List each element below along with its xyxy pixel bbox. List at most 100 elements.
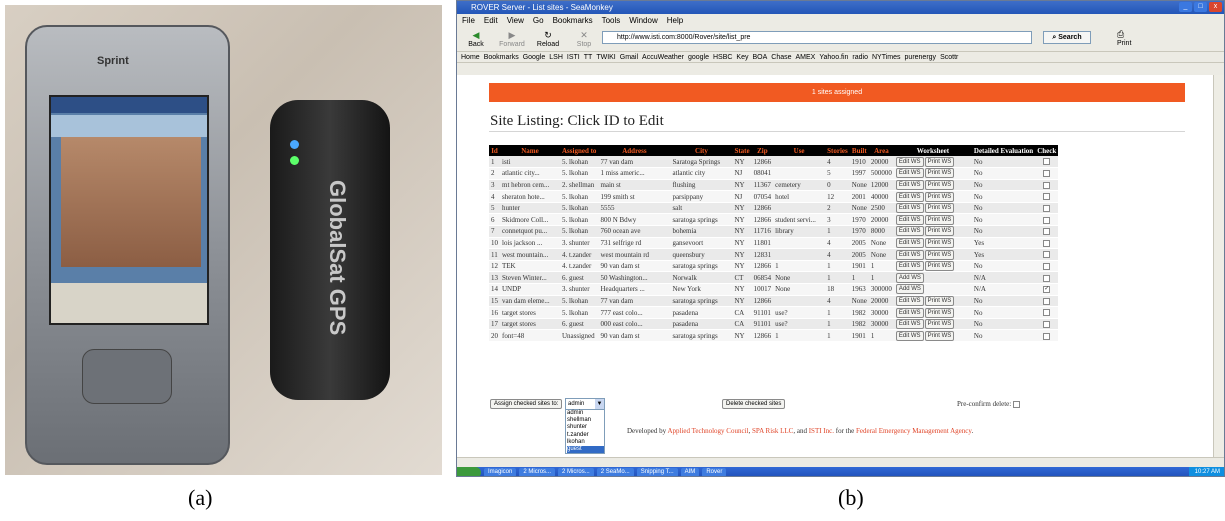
menu-help[interactable]: Help	[667, 14, 683, 27]
print-ws-button[interactable]: Print WS	[924, 261, 955, 272]
bookmark-item[interactable]: NYTimes	[872, 52, 901, 62]
taskbar-item[interactable]: Rover	[702, 468, 727, 476]
user-option[interactable]: shellman	[567, 417, 604, 424]
menu-view[interactable]: View	[507, 14, 524, 27]
taskbar-item[interactable]: 2 Micros...	[519, 468, 556, 476]
bookmark-item[interactable]: Home	[461, 52, 480, 62]
bookmark-item[interactable]: Chase	[771, 52, 791, 62]
site-id-link[interactable]: 7	[489, 225, 500, 238]
edit-ws-button[interactable]: Edit WS	[895, 214, 924, 225]
url-field[interactable]: http://www.isti.com:8000/Rover/site/list…	[602, 31, 1032, 44]
menu-edit[interactable]: Edit	[484, 14, 498, 27]
print-ws-button[interactable]: Print WS	[924, 249, 955, 260]
site-id-link[interactable]: 14	[489, 283, 500, 296]
site-id-link[interactable]: 17	[489, 318, 500, 331]
site-id-link[interactable]: 15	[489, 295, 500, 308]
delete-checked-button[interactable]: Delete checked sites	[722, 399, 786, 409]
search-button[interactable]: ⌕ Search	[1043, 31, 1091, 44]
bookmark-item[interactable]: purenergy	[905, 52, 937, 62]
bookmark-item[interactable]: ISTI	[567, 52, 580, 62]
menu-window[interactable]: Window	[629, 14, 657, 27]
taskbar-item[interactable]: Snipping T...	[636, 468, 678, 476]
site-checkbox[interactable]	[1043, 274, 1051, 282]
col-zip[interactable]: Zip	[751, 145, 774, 156]
col-use[interactable]: Use	[773, 145, 826, 156]
col-assigned[interactable]: Assigned to	[560, 145, 599, 156]
menu-tools[interactable]: Tools	[602, 14, 621, 27]
edit-ws-button[interactable]: Edit WS	[895, 249, 924, 260]
site-checkbox[interactable]	[1043, 321, 1051, 328]
site-checkbox[interactable]	[1043, 309, 1051, 317]
print-ws-button[interactable]: Print WS	[924, 179, 955, 190]
print-ws-button[interactable]: Print WS	[924, 319, 955, 330]
site-id-link[interactable]: 13	[489, 271, 500, 285]
taskbar-item[interactable]: Imagicon	[484, 468, 517, 476]
site-id-link[interactable]: 6	[489, 213, 500, 227]
footer-link-atc[interactable]: Applied Technology Council	[667, 427, 748, 435]
col-address[interactable]: Address	[598, 145, 671, 156]
site-checkbox[interactable]	[1043, 251, 1051, 259]
edit-ws-button[interactable]: Edit WS	[895, 179, 924, 190]
menu-go[interactable]: Go	[533, 14, 544, 27]
col-area[interactable]: Area	[868, 145, 894, 156]
site-checkbox[interactable]: ✓	[1043, 286, 1051, 294]
add-ws-button[interactable]: Add WS	[895, 284, 924, 295]
site-id-link[interactable]: 10	[489, 237, 500, 250]
bookmark-item[interactable]: Gmail	[620, 52, 638, 62]
back-button[interactable]: ◀ Back	[461, 30, 491, 48]
edit-ws-button[interactable]: Edit WS	[895, 237, 924, 248]
site-checkbox[interactable]	[1043, 170, 1051, 178]
user-option[interactable]: guest	[567, 446, 604, 454]
print-ws-button[interactable]: Print WS	[924, 214, 955, 225]
menu-bookmarks[interactable]: Bookmarks	[553, 14, 593, 27]
col-id[interactable]: Id	[489, 145, 500, 156]
print-ws-button[interactable]: Print WS	[924, 237, 955, 248]
bookmark-item[interactable]: Google	[523, 52, 546, 62]
site-checkbox[interactable]	[1043, 193, 1051, 201]
reload-button[interactable]: ↻ Reload	[533, 30, 563, 48]
site-checkbox[interactable]	[1043, 332, 1051, 340]
col-city[interactable]: City	[670, 145, 733, 156]
site-id-link[interactable]: 3	[489, 179, 500, 192]
taskbar-item[interactable]: 2 Micros...	[558, 468, 594, 476]
site-checkbox[interactable]	[1043, 205, 1051, 213]
print-ws-button[interactable]: Print WS	[924, 307, 955, 318]
print-ws-button[interactable]: Print WS	[924, 168, 955, 179]
site-id-link[interactable]: 1	[489, 156, 500, 169]
bookmark-item[interactable]: radio	[852, 52, 868, 62]
start-button[interactable]	[457, 467, 481, 476]
print-ws-button[interactable]: Print WS	[924, 203, 955, 214]
edit-ws-button[interactable]: Edit WS	[895, 319, 924, 330]
user-option[interactable]: t.zander	[567, 432, 604, 439]
bookmark-item[interactable]: Bookmarks	[484, 52, 519, 62]
maximize-button[interactable]: □	[1194, 2, 1207, 12]
user-option[interactable]: shunter	[567, 424, 604, 431]
bookmark-item[interactable]: google	[688, 52, 709, 62]
site-id-link[interactable]: 11	[489, 248, 500, 261]
print-ws-button[interactable]: Print WS	[924, 191, 955, 202]
edit-ws-button[interactable]: Edit WS	[895, 307, 924, 318]
bookmark-item[interactable]: Yahoo.fin	[819, 52, 848, 62]
print-button[interactable]: ⎙ Print	[1117, 29, 1131, 47]
edit-ws-button[interactable]: Edit WS	[895, 168, 924, 179]
taskbar-item[interactable]: 2 SeaMo...	[596, 468, 634, 476]
site-checkbox[interactable]	[1043, 228, 1051, 236]
bookmark-item[interactable]: Scottr	[940, 52, 958, 62]
bookmark-item[interactable]: Key	[736, 52, 748, 62]
footer-link-fema[interactable]: Federal Emergency Management Agency	[856, 427, 971, 435]
stop-button[interactable]: ✕ Stop	[569, 30, 599, 48]
bookmark-item[interactable]: AMEX	[796, 52, 816, 62]
col-stories[interactable]: Stories	[825, 145, 850, 156]
site-checkbox[interactable]	[1043, 239, 1051, 247]
edit-ws-button[interactable]: Edit WS	[895, 261, 924, 272]
col-name[interactable]: Name	[500, 145, 560, 156]
print-ws-button[interactable]: Print WS	[924, 156, 955, 167]
site-id-link[interactable]: 4	[489, 190, 500, 203]
close-button[interactable]: x	[1209, 2, 1222, 12]
edit-ws-button[interactable]: Edit WS	[895, 203, 924, 214]
site-checkbox[interactable]	[1043, 263, 1051, 271]
edit-ws-button[interactable]: Edit WS	[895, 295, 924, 306]
col-state[interactable]: State	[732, 145, 752, 156]
footer-link-isti[interactable]: ISTI Inc.	[809, 427, 834, 435]
site-id-link[interactable]: 16	[489, 306, 500, 319]
